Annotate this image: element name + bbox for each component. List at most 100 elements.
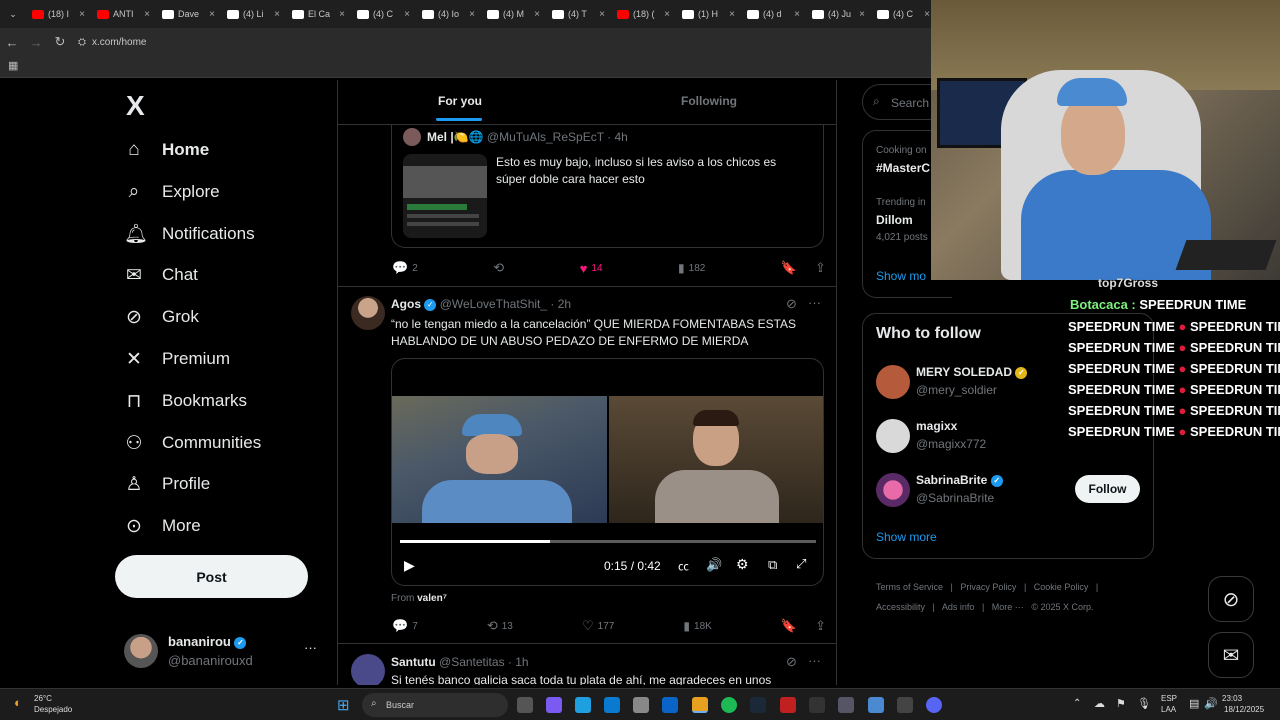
nav-item-bookmarks[interactable]: ⊓ Bookmarks (124, 384, 247, 418)
account-switcher[interactable]: bananirou ✓ @bananirouxd ··· (124, 632, 324, 672)
tweet[interactable]: Santutu @Santetitas · 1h ⊘ ··· Si tenés … (338, 644, 836, 685)
tab-close-icon[interactable]: × (339, 9, 345, 20)
follow-button[interactable]: Follow (1075, 475, 1140, 503)
views-button[interactable]: ▮ 18K (683, 618, 711, 634)
avatar[interactable] (351, 296, 385, 330)
tab-close-icon[interactable]: × (274, 9, 280, 20)
messages-floating-button[interactable]: ✉ (1208, 632, 1254, 678)
store-icon[interactable] (633, 697, 649, 713)
site-info-icon[interactable]: ⛭ (78, 37, 86, 48)
app-icon[interactable] (897, 697, 913, 713)
nav-item-grok[interactable]: ⊘ Grok (124, 300, 199, 334)
grok-icon[interactable]: ⊘ (786, 654, 797, 670)
settings-icon[interactable]: ⚙ (736, 556, 749, 573)
fullscreen-icon[interactable]: ⤢ (796, 556, 806, 572)
tab-close-icon[interactable]: × (599, 9, 605, 20)
nav-item-chat[interactable]: ✉ Chat (124, 258, 198, 292)
volume-icon[interactable]: 🔊 (1204, 697, 1218, 710)
suggestion-row[interactable]: SabrinaBrite ✓ @SabrinaBrite Follow (863, 470, 1153, 510)
reload-button[interactable]: ↻ (48, 34, 72, 50)
post-button[interactable]: Post (115, 555, 308, 598)
nav-item-more[interactable]: ⊙ More (124, 509, 201, 543)
avatar[interactable] (351, 654, 385, 685)
more-options-icon[interactable]: ··· (808, 653, 821, 668)
trend-title[interactable]: Dillom (876, 213, 913, 227)
browser-tab[interactable]: (1) H × (676, 0, 741, 28)
share-icon[interactable]: ⇪ (815, 618, 826, 634)
like-button[interactable]: ♡ 177 (582, 618, 614, 634)
tab-for-you[interactable]: For you (438, 94, 482, 108)
pip-icon[interactable]: ⧉ (768, 557, 777, 573)
outlook-icon[interactable] (662, 697, 678, 713)
tray-icon[interactable]: ☁ (1094, 697, 1105, 710)
quoted-media-thumbnail[interactable] (403, 154, 487, 238)
browser-tab[interactable]: (18) I × (26, 0, 91, 28)
tab-following[interactable]: Following (681, 94, 737, 108)
discord-icon[interactable] (926, 697, 942, 713)
edge-icon[interactable] (575, 697, 591, 713)
footer-link[interactable]: Cookie Policy (1034, 582, 1089, 592)
tab-close-icon[interactable]: × (794, 9, 800, 20)
network-icon[interactable]: ▤ (1189, 697, 1199, 710)
tab-close-icon[interactable]: × (924, 9, 930, 20)
nav-item-home[interactable]: ⌂ Home (124, 133, 209, 167)
grok-icon[interactable]: ⊘ (786, 296, 797, 312)
tab-close-icon[interactable]: × (144, 9, 150, 20)
share-icon[interactable]: ⇪ (815, 260, 826, 276)
footer-link[interactable]: More ··· (992, 602, 1024, 612)
app-icon[interactable] (838, 697, 854, 713)
x-logo[interactable]: X (126, 90, 145, 122)
more-options-icon[interactable]: ··· (808, 295, 821, 310)
language-layout[interactable]: LAA (1161, 705, 1176, 714)
retweet-button[interactable]: ⟲ 13 (487, 618, 513, 634)
url-field[interactable]: x.com/home (92, 37, 146, 48)
tab-close-icon[interactable]: × (534, 9, 540, 20)
tab-close-icon[interactable]: × (859, 9, 865, 20)
tab-close-icon[interactable]: × (79, 9, 85, 20)
browser-tab[interactable]: (4) T × (546, 0, 611, 28)
trends-show-more[interactable]: Show mo (876, 269, 926, 283)
app-icon[interactable] (780, 697, 796, 713)
bookmark-button[interactable]: 🔖 ⇪ (781, 260, 826, 276)
task-view-icon[interactable] (517, 697, 533, 713)
footer-link[interactable]: Terms of Service (876, 582, 943, 592)
edge-browser-icon[interactable] (604, 697, 620, 713)
nav-item-premium[interactable]: ✕ Premium (124, 342, 230, 376)
start-windows-icon[interactable]: ⊞ (337, 696, 350, 714)
tab-close-icon[interactable]: × (209, 9, 215, 20)
video-player[interactable]: ▶ 0:15 / 0:42 ㏄ 🔊 ⚙ ⧉ ⤢ (391, 358, 824, 586)
apps-grid-icon[interactable]: ▦ (8, 59, 18, 72)
nav-item-communities[interactable]: ⚇ Communities (124, 426, 261, 460)
quoted-tweet-card[interactable]: Mel |🍋🌐 @MuTuAls_ReSpEcT · 4h Esto es mu… (391, 124, 824, 248)
tweet[interactable]: Agos ✓ @WeLoveThatShit_ · 2h ⊘ ··· “no l… (338, 287, 836, 643)
tab-close-icon[interactable]: × (664, 9, 670, 20)
tray-icon[interactable]: 🎙 (1137, 697, 1151, 710)
grok-floating-button[interactable]: ⊘ (1208, 576, 1254, 622)
reply-button[interactable]: 💬 2 (392, 260, 418, 276)
trend-title[interactable]: #MasterC (876, 161, 930, 175)
browser-tab[interactable]: Dave × (156, 0, 221, 28)
tab-close-icon[interactable]: × (404, 9, 410, 20)
views-button[interactable]: ▮ 182 (678, 260, 705, 276)
tab-close-icon[interactable]: × (729, 9, 735, 20)
volume-icon[interactable]: 🔊 (706, 557, 722, 573)
weather-temp[interactable]: 26°C (34, 694, 52, 703)
author-handle[interactable]: @WeLoveThatShit_ (440, 297, 547, 311)
clock-date[interactable]: 18/12/2025 (1224, 705, 1264, 714)
forward-button[interactable]: → (24, 35, 48, 50)
tab-list-menu-button[interactable]: ⌄ (0, 0, 26, 28)
reply-button[interactable]: 💬 7 (392, 618, 418, 634)
author-name[interactable]: Santutu (391, 655, 436, 669)
author-name[interactable]: Agos (391, 297, 421, 311)
browser-tab[interactable]: (4) M × (481, 0, 546, 28)
chevron-up-icon[interactable]: ⌃ (1073, 698, 1081, 709)
spotify-icon[interactable] (721, 697, 737, 713)
tweet-time[interactable]: · 1h (508, 655, 529, 669)
browser-tab[interactable]: (18) (× (611, 0, 676, 28)
from-user-link[interactable]: valen⁷ (417, 593, 447, 604)
tray-icon[interactable]: ⚑ (1116, 697, 1126, 710)
back-button[interactable]: ← (0, 35, 24, 50)
weather-icon[interactable]: ◐ (14, 695, 22, 710)
taskbar-search-box[interactable]: ⌕ Buscar (362, 693, 508, 717)
footer-link[interactable]: Accessibility (876, 602, 925, 612)
